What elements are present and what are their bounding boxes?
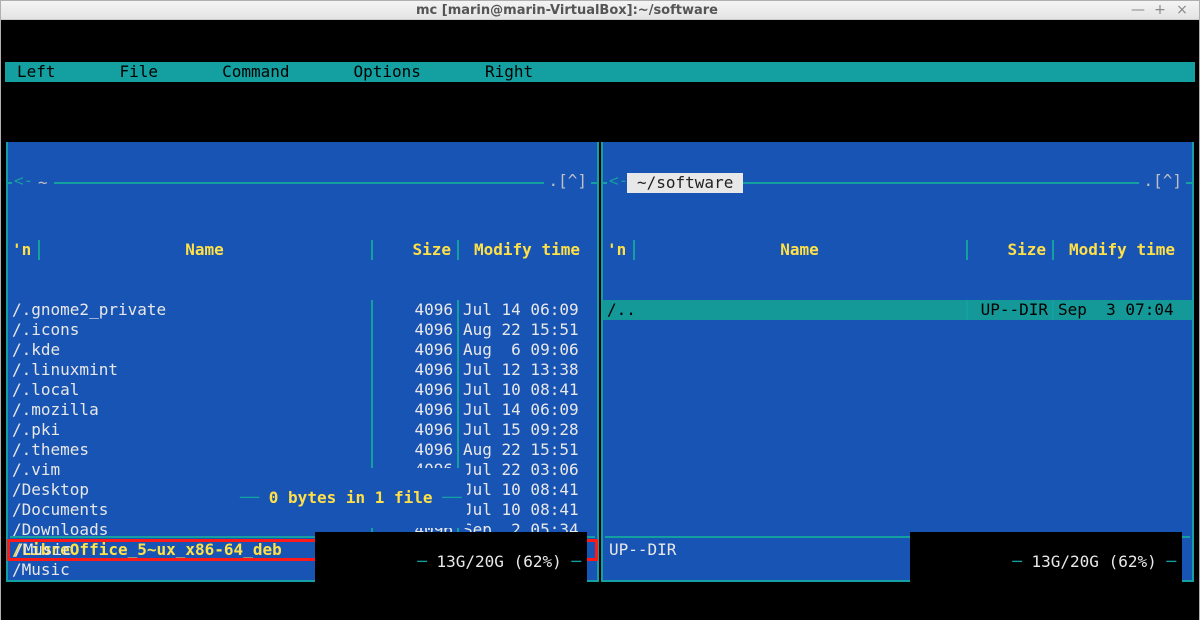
file-row[interactable]: /.linuxmint4096Jul 12 13:38 [8,360,597,380]
file-mtime: Aug 22 15:51 [457,320,597,340]
file-row[interactable]: /.mozilla4096Jul 14 06:09 [8,400,597,420]
file-size: 4096 [371,300,457,320]
file-name: /.mozilla [8,400,371,420]
file-mtime: Sep 3 07:04 [1052,300,1192,320]
file-row[interactable]: /.themes4096Aug 22 15:51 [8,440,597,460]
file-mtime: Aug 6 09:06 [457,340,597,360]
close-button[interactable]: × [1171,1,1193,19]
file-size: 4096 [371,440,457,460]
right-panel[interactable]: <- ~/software .[^] 'n Name Size Modify t… [601,142,1194,582]
file-mtime: Jul 10 08:41 [457,380,597,400]
file-mtime: Jul 22 03:06 [457,460,597,480]
file-mtime: Aug 22 15:51 [457,440,597,460]
file-row[interactable]: /.gnome2_private4096Jul 14 06:09 [8,300,597,320]
file-mtime: Jul 14 06:09 [457,400,597,420]
col-mtime[interactable]: Modify time [1052,240,1192,260]
left-summary: ── 0 bytes in 1 file ── [138,468,468,528]
file-row[interactable]: /.pki4096Jul 15 09:28 [8,420,597,440]
col-mtime[interactable]: Modify time [457,240,597,260]
col-size[interactable]: Size [966,240,1052,260]
menu-file[interactable]: File [120,62,159,82]
file-size: 4096 [371,380,457,400]
file-size: 4096 [371,340,457,360]
left-panel-corner[interactable]: .[^] [544,171,591,191]
minimize-button[interactable]: — [1127,1,1149,19]
file-size: 4096 [371,420,457,440]
menu-right[interactable]: Right [485,62,533,82]
file-name: /.themes [8,440,371,460]
file-mtime: Jul 10 08:41 [457,500,597,520]
file-name: /.. [603,300,966,320]
left-panel[interactable]: <- ~ .[^] 'n Name Size Modify time /.gno… [6,142,599,582]
right-panel-corner[interactable]: .[^] [1139,171,1186,191]
file-row[interactable]: /.kde4096Aug 6 09:06 [8,340,597,360]
file-name: /.icons [8,320,371,340]
right-disk: ─ 13G/20G (62%) ─ [910,532,1182,592]
left-panel-path[interactable]: ~ [32,173,54,193]
file-row[interactable]: /..UP--DIRSep 3 07:04 [603,300,1192,320]
mc-menubar[interactable]: Left File Command Options Right [5,62,1195,82]
file-mtime: Jul 14 06:09 [457,300,597,320]
window-title: mc [marin@marin-VirtualBox]:~/software [7,3,1127,18]
titlebar[interactable]: mc [marin@marin-VirtualBox]:~/software —… [1,1,1199,20]
menu-options[interactable]: Options [354,62,421,82]
menu-left[interactable]: Left [17,62,56,82]
app-window: mc [marin@marin-VirtualBox]:~/software —… [0,0,1200,620]
file-name: /.pki [8,420,371,440]
file-size: UP--DIR [966,300,1052,320]
file-size: 4096 [371,360,457,380]
file-name: /.kde [8,340,371,360]
file-mtime: Jul 12 13:38 [457,360,597,380]
file-row[interactable]: /.icons4096Aug 22 15:51 [8,320,597,340]
file-row[interactable]: /.local4096Jul 10 08:41 [8,380,597,400]
file-mtime: Jul 15 09:28 [457,420,597,440]
right-panel-path[interactable]: ~/software [627,173,743,193]
file-size: 4096 [371,320,457,340]
left-disk: ─ 13G/20G (62%) ─ [315,532,587,592]
file-mtime: Jul 10 08:41 [457,480,597,500]
terminal: Left File Command Options Right <- ~ .[^… [1,20,1199,620]
file-name: /.local [8,380,371,400]
file-name: /.gnome2_private [8,300,371,320]
file-size: 4096 [371,400,457,420]
file-name: /.linuxmint [8,360,371,380]
menu-command[interactable]: Command [222,62,289,82]
col-size[interactable]: Size [371,240,457,260]
maximize-button[interactable]: + [1149,1,1171,19]
